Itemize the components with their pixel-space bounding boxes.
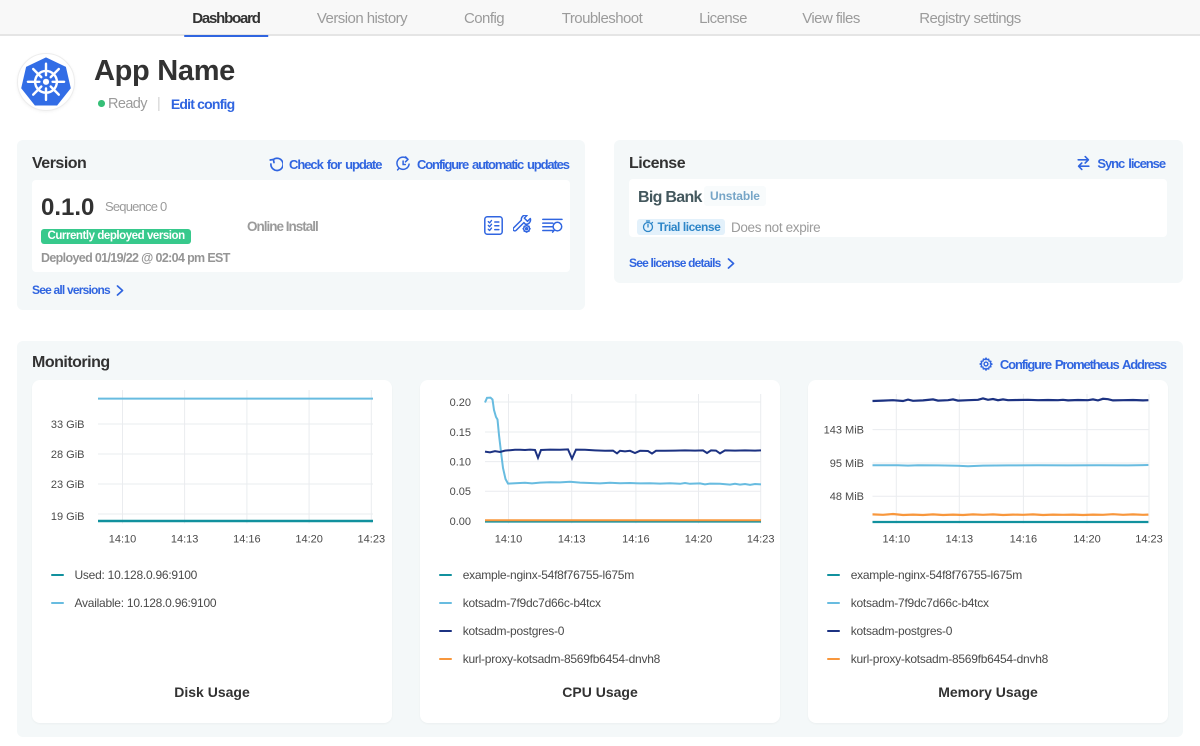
svg-text:14:13: 14:13 xyxy=(946,534,974,546)
svg-text:14:23: 14:23 xyxy=(1135,534,1163,546)
svg-text:0.05: 0.05 xyxy=(450,486,471,498)
svg-text:33 GiB: 33 GiB xyxy=(51,419,85,431)
svg-text:0.00: 0.00 xyxy=(450,516,471,528)
svg-text:19 GiB: 19 GiB xyxy=(51,511,85,523)
svg-text:14:13: 14:13 xyxy=(558,534,586,546)
svg-text:14:16: 14:16 xyxy=(1010,534,1038,546)
svg-text:14:10: 14:10 xyxy=(495,534,523,546)
svg-text:48 MiB: 48 MiB xyxy=(830,491,864,503)
svg-text:0.10: 0.10 xyxy=(450,457,471,469)
svg-text:14:23: 14:23 xyxy=(747,534,775,546)
svg-text:14:10: 14:10 xyxy=(883,534,911,546)
svg-text:14:20: 14:20 xyxy=(295,534,323,546)
svg-text:143 MiB: 143 MiB xyxy=(824,425,864,437)
svg-text:14:13: 14:13 xyxy=(171,534,199,546)
svg-text:28 GiB: 28 GiB xyxy=(51,449,85,461)
svg-text:95 MiB: 95 MiB xyxy=(830,458,864,470)
svg-text:0.20: 0.20 xyxy=(450,397,471,409)
svg-text:14:20: 14:20 xyxy=(685,534,713,546)
svg-text:14:16: 14:16 xyxy=(622,534,650,546)
svg-text:14:10: 14:10 xyxy=(109,534,137,546)
svg-text:23 GiB: 23 GiB xyxy=(51,479,85,491)
svg-text:14:20: 14:20 xyxy=(1073,534,1101,546)
svg-text:14:16: 14:16 xyxy=(233,534,261,546)
svg-text:0.15: 0.15 xyxy=(450,427,471,439)
svg-text:14:23: 14:23 xyxy=(358,534,386,546)
